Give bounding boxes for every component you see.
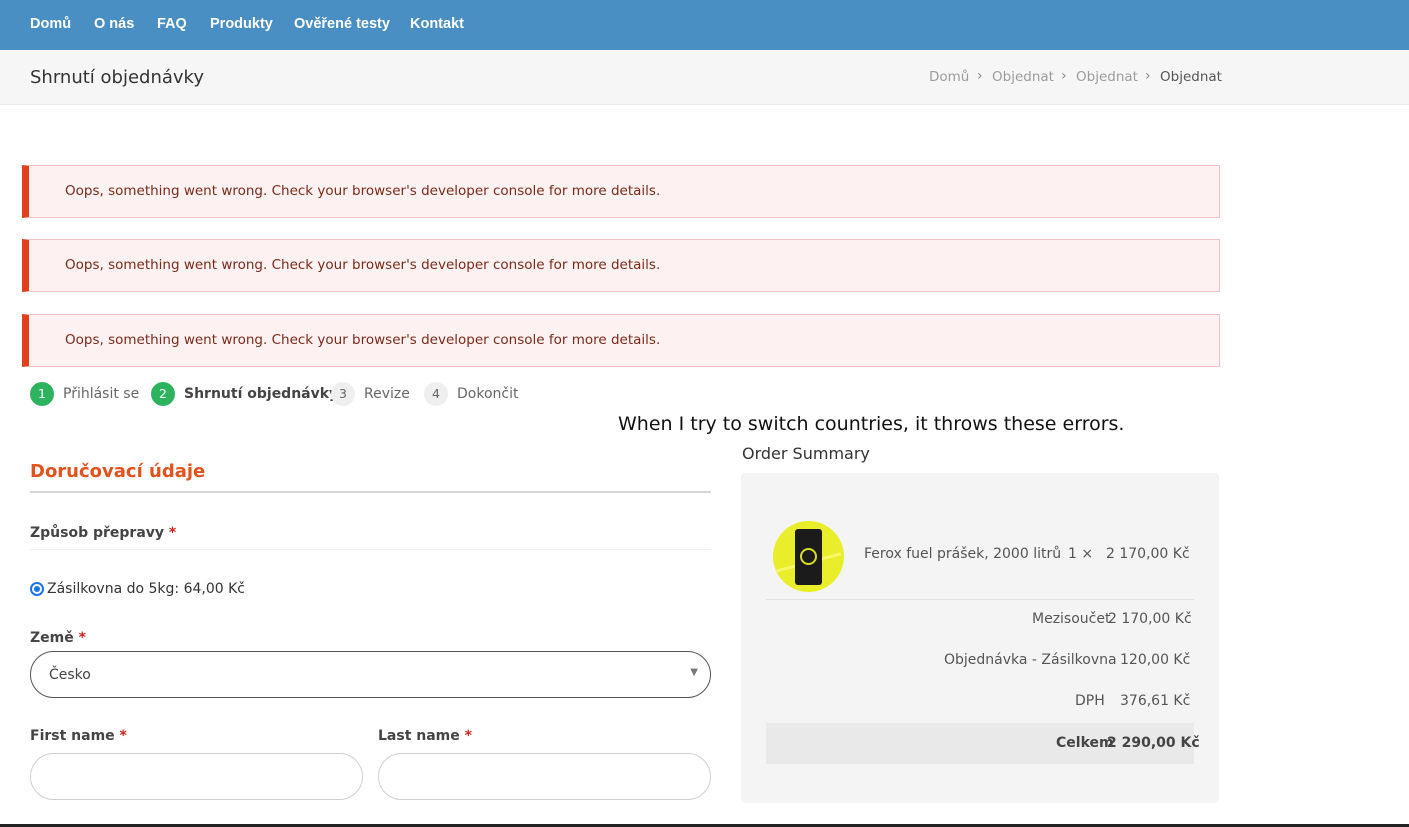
required-mark: * (464, 728, 472, 744)
country-label: Země * (30, 630, 86, 646)
order-summary-heading: Order Summary (742, 444, 870, 463)
breadcrumb-current: Objednat (1160, 69, 1222, 85)
first-name-label: First name * (30, 728, 127, 744)
product-price: 2 170,00 Kč (1106, 546, 1190, 562)
step-number-1: 1 (30, 382, 54, 406)
last-name-label: Last name * (378, 728, 472, 744)
nav-item-contact[interactable]: Kontakt (410, 16, 464, 32)
subtotal-label: Mezisoučet (1032, 611, 1111, 627)
step-number-4: 4 (424, 382, 448, 406)
title-bar: Shrnutí objednávky Domů › Objednat › Obj… (0, 50, 1409, 105)
breadcrumb-order-2[interactable]: Objednat (1076, 69, 1138, 85)
nav-item-home[interactable]: Domů (30, 16, 71, 32)
first-name-input[interactable] (30, 753, 363, 800)
field-divider (30, 549, 711, 550)
nav-item-verified-tests[interactable]: Ověřené testy (294, 16, 390, 32)
breadcrumb-order-1[interactable]: Objednat (992, 69, 1054, 85)
step-label-finish: Dokončit (457, 386, 519, 402)
product-image (773, 521, 844, 592)
subtotal-value: 2 170,00 Kč (1108, 611, 1192, 627)
step-number-3: 3 (331, 382, 355, 406)
chevron-right-icon: › (1145, 68, 1151, 84)
step-label-login[interactable]: Přihlásit se (63, 386, 139, 402)
error-alert: Oops, something went wrong. Check your b… (22, 239, 1220, 292)
shipping-cost-label: Objednávka - Zásilkovna (944, 652, 1117, 668)
error-message: Oops, something went wrong. Check your b… (65, 257, 661, 273)
step-number-2: 2 (151, 382, 175, 406)
product-quantity: 1 × (1068, 546, 1094, 562)
nav-item-faq[interactable]: FAQ (157, 16, 187, 32)
chevron-down-icon: ▼ (690, 667, 698, 678)
section-divider (30, 491, 711, 493)
summary-divider (766, 599, 1194, 600)
shipping-option-label[interactable]: Zásilkovna do 5kg: 64,00 Kč (47, 581, 245, 597)
product-logo-icon (800, 548, 817, 565)
country-select-value: Česko (49, 667, 91, 683)
tax-value: 376,61 Kč (1120, 693, 1191, 709)
required-mark: * (119, 728, 127, 744)
error-message: Oops, something went wrong. Check your b… (65, 183, 661, 199)
last-name-input[interactable] (378, 753, 711, 800)
annotation-text: When I try to switch countries, it throw… (618, 413, 1125, 435)
breadcrumb-home[interactable]: Domů (929, 69, 969, 85)
page-title: Shrnutí objednávky (30, 67, 204, 88)
nav-item-products[interactable]: Produkty (210, 16, 273, 32)
error-alert: Oops, something went wrong. Check your b… (22, 314, 1220, 367)
chevron-right-icon: › (1061, 68, 1067, 84)
total-label: Celkem (1056, 735, 1114, 751)
step-label-summary: Shrnutí objednávky (184, 386, 339, 402)
shipping-option-radio[interactable] (30, 582, 44, 596)
shipping-method-label: Způsob přepravy * (30, 525, 177, 541)
required-mark: * (78, 630, 86, 646)
required-mark: * (168, 525, 177, 541)
nav-item-about[interactable]: O nás (94, 16, 134, 32)
chevron-right-icon: › (977, 68, 983, 84)
shipping-cost-value: 120,00 Kč (1120, 652, 1191, 668)
error-alert: Oops, something went wrong. Check your b… (22, 165, 1220, 218)
product-name: Ferox fuel prášek, 2000 litrů (864, 546, 1062, 562)
error-message: Oops, something went wrong. Check your b… (65, 332, 661, 348)
tax-label: DPH (1075, 693, 1105, 709)
top-nav: Domů O nás FAQ Produkty Ověřené testy Ko… (0, 0, 1409, 50)
step-label-review: Revize (364, 386, 410, 402)
total-value: 2 290,00 Kč (1107, 735, 1200, 751)
delivery-section-title: Doručovací údaje (30, 461, 206, 482)
country-select[interactable]: Česko ▼ (30, 651, 711, 698)
